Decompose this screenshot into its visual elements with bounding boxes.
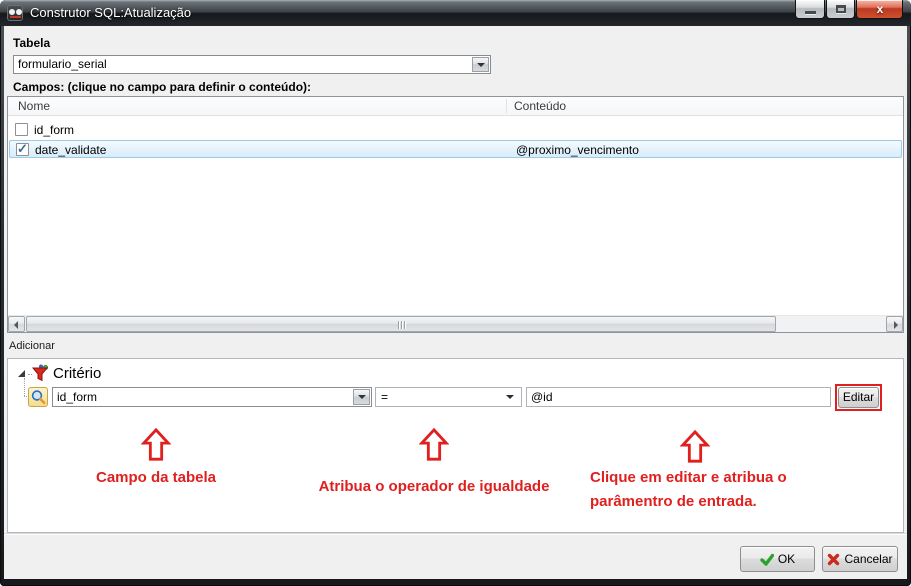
- tabela-combobox[interactable]: formulario_serial: [13, 55, 491, 74]
- scroll-right-button[interactable]: [886, 316, 903, 332]
- minimize-icon: [805, 11, 816, 14]
- arrow-right-icon: [894, 321, 898, 329]
- check-mark-icon: ✓: [17, 141, 28, 157]
- checkbox-unchecked-icon[interactable]: [15, 123, 28, 136]
- criterio-operator-value: =: [381, 388, 503, 406]
- criterio-operator-combobox[interactable]: =: [375, 387, 522, 407]
- column-header-conteudo[interactable]: Conteúdo: [514, 99, 566, 113]
- annotation-editar-line1: Clique em editar e atribua o: [590, 469, 787, 486]
- minimize-button[interactable]: [795, 0, 825, 19]
- annotation-operador-igualdade: Atribua o operador de igualdade: [264, 478, 604, 495]
- row-name: id_form: [34, 123, 74, 137]
- close-icon: x: [874, 3, 886, 15]
- check-icon: [760, 553, 774, 566]
- up-arrow-icon: [419, 428, 449, 462]
- adicionar-label[interactable]: Adicionar: [9, 340, 55, 352]
- maximize-button[interactable]: [826, 0, 855, 19]
- criterio-label: Critério: [53, 365, 101, 382]
- scroll-left-button[interactable]: [8, 316, 25, 332]
- criterio-field-combobox[interactable]: id_form: [52, 387, 372, 407]
- ok-button[interactable]: OK: [740, 546, 815, 572]
- table-row-date-validate[interactable]: ✓ date_validate @proximo_vencimento: [9, 140, 902, 158]
- tabela-label: Tabela: [13, 36, 50, 50]
- editar-button[interactable]: Editar: [838, 387, 879, 408]
- campos-table: Nome Conteúdo id_form ✓ date_validate @p…: [7, 96, 904, 333]
- dialog-client-area: Tabela formulario_serial Campos: (clique…: [4, 26, 907, 579]
- campos-label: Campos: (clique no campo para definir o …: [13, 80, 311, 94]
- editar-highlight-box: Editar: [835, 384, 882, 411]
- table-row-id-form[interactable]: id_form: [9, 121, 902, 139]
- criterio-field-dropdown-button[interactable]: [353, 389, 370, 405]
- window-controls: x: [794, 0, 903, 19]
- row-name: date_validate: [35, 143, 106, 157]
- criterio-value-input[interactable]: [526, 387, 831, 407]
- app-icon: [7, 5, 23, 21]
- up-arrow-icon: [680, 430, 710, 464]
- tree-expander-icon[interactable]: [18, 370, 25, 377]
- scrollbar-thumb[interactable]: [26, 316, 776, 332]
- criterio-field-value: id_form: [57, 388, 351, 406]
- magnifier-icon: [29, 388, 47, 406]
- chevron-down-icon: [358, 395, 366, 399]
- annotation-campo-da-tabela: Campo da tabela: [56, 469, 256, 486]
- column-header-nome[interactable]: Nome: [18, 99, 50, 113]
- checkbox-checked-icon[interactable]: ✓: [16, 143, 29, 156]
- cancelar-button-label: Cancelar: [844, 552, 892, 566]
- horizontal-scrollbar[interactable]: [8, 315, 903, 332]
- ok-button-label: OK: [778, 552, 795, 566]
- chevron-down-icon: [477, 63, 485, 67]
- row-content: @proximo_vencimento: [516, 143, 639, 157]
- column-divider[interactable]: [506, 99, 507, 113]
- screenshot-stage: Construtor SQL:Atualização x Tabela form…: [0, 0, 911, 586]
- tabela-combobox-value: formulario_serial: [18, 56, 470, 73]
- tabela-combobox-dropdown-button[interactable]: [472, 57, 489, 72]
- dialog-window: Construtor SQL:Atualização x Tabela form…: [0, 0, 911, 586]
- tree-line: [24, 378, 25, 396]
- footer-separator: [4, 533, 907, 535]
- window-title: Construtor SQL:Atualização: [30, 0, 191, 26]
- close-button[interactable]: x: [856, 0, 903, 19]
- lookup-button[interactable]: [28, 387, 48, 407]
- cancelar-button[interactable]: Cancelar: [822, 546, 898, 572]
- cross-icon: [827, 553, 840, 566]
- annotation-editar-line2: parâmentro de entrada.: [590, 493, 757, 510]
- maximize-icon: [836, 5, 846, 13]
- chevron-down-icon: [506, 395, 514, 399]
- scrollbar-grip-icon: [401, 321, 402, 329]
- titlebar[interactable]: Construtor SQL:Atualização x: [0, 0, 911, 26]
- campos-table-header: Nome Conteúdo: [8, 97, 903, 116]
- up-arrow-icon: [141, 428, 171, 462]
- filter-funnel-icon: [31, 364, 49, 382]
- arrow-left-icon: [14, 321, 18, 329]
